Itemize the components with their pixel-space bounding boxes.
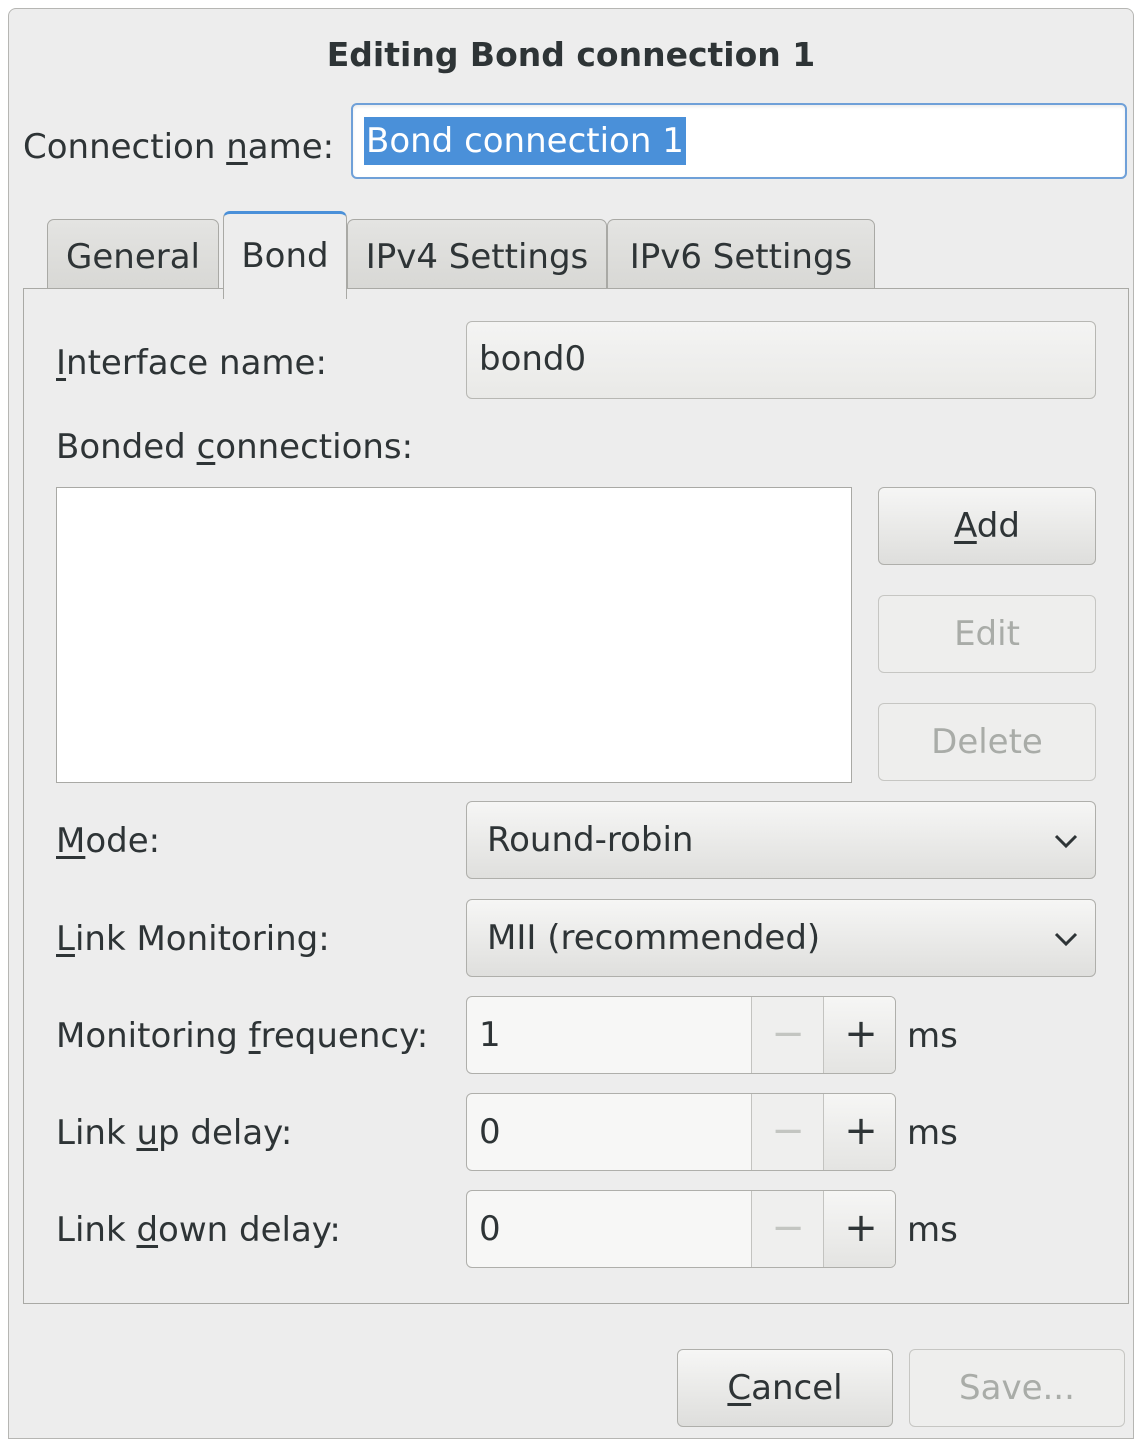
link-down-delay-spinner[interactable]: 0 − + (466, 1190, 896, 1268)
unit-label: ms (907, 1113, 958, 1153)
save-button[interactable]: Save... (909, 1349, 1125, 1427)
decrement-button[interactable]: − (751, 1094, 824, 1170)
decrement-button[interactable]: − (751, 997, 824, 1073)
monitoring-frequency-value: 1 (479, 1015, 501, 1055)
monitoring-frequency-spinner[interactable]: 1 − + (466, 996, 896, 1074)
link-up-delay-value: 0 (479, 1112, 501, 1152)
link-up-delay-label: Link up delay: (56, 1113, 293, 1153)
link-up-delay-spinner[interactable]: 0 − + (466, 1093, 896, 1171)
link-monitoring-dropdown[interactable]: MII (recommended) (466, 899, 1096, 977)
monitoring-frequency-label: Monitoring frequency: (56, 1016, 429, 1056)
mode-value: Round-robin (487, 820, 694, 860)
interface-name-input[interactable]: bond0 (466, 321, 1096, 399)
mode-label: Mode: (56, 821, 161, 861)
unit-label: ms (907, 1210, 958, 1250)
link-down-delay-label: Link down delay: (56, 1210, 341, 1250)
bonded-connections-list[interactable] (56, 487, 852, 783)
interface-name-label: Interface name: (56, 343, 327, 383)
increment-button[interactable]: + (823, 1191, 895, 1267)
mode-dropdown[interactable]: Round-robin (466, 801, 1096, 879)
link-monitoring-label: Link Monitoring: (56, 919, 330, 959)
edit-button[interactable]: Edit (878, 595, 1096, 673)
interface-name-value: bond0 (479, 339, 587, 379)
chevron-down-icon (1054, 932, 1078, 947)
cancel-button[interactable]: Cancel (677, 1349, 893, 1427)
link-down-delay-value: 0 (479, 1209, 501, 1249)
unit-label: ms (907, 1016, 958, 1056)
increment-button[interactable]: + (823, 997, 895, 1073)
delete-button[interactable]: Delete (878, 703, 1096, 781)
chevron-down-icon (1054, 834, 1078, 849)
bonded-connections-label: Bonded connections: (56, 427, 414, 467)
bond-panel-content: Interface name: bond0 Bonded connections… (9, 9, 1133, 1438)
link-monitoring-value: MII (recommended) (487, 918, 821, 958)
edit-connection-dialog: Editing Bond connection 1 Connection nam… (8, 8, 1134, 1439)
increment-button[interactable]: + (823, 1094, 895, 1170)
add-button[interactable]: Add (878, 487, 1096, 565)
decrement-button[interactable]: − (751, 1191, 824, 1267)
